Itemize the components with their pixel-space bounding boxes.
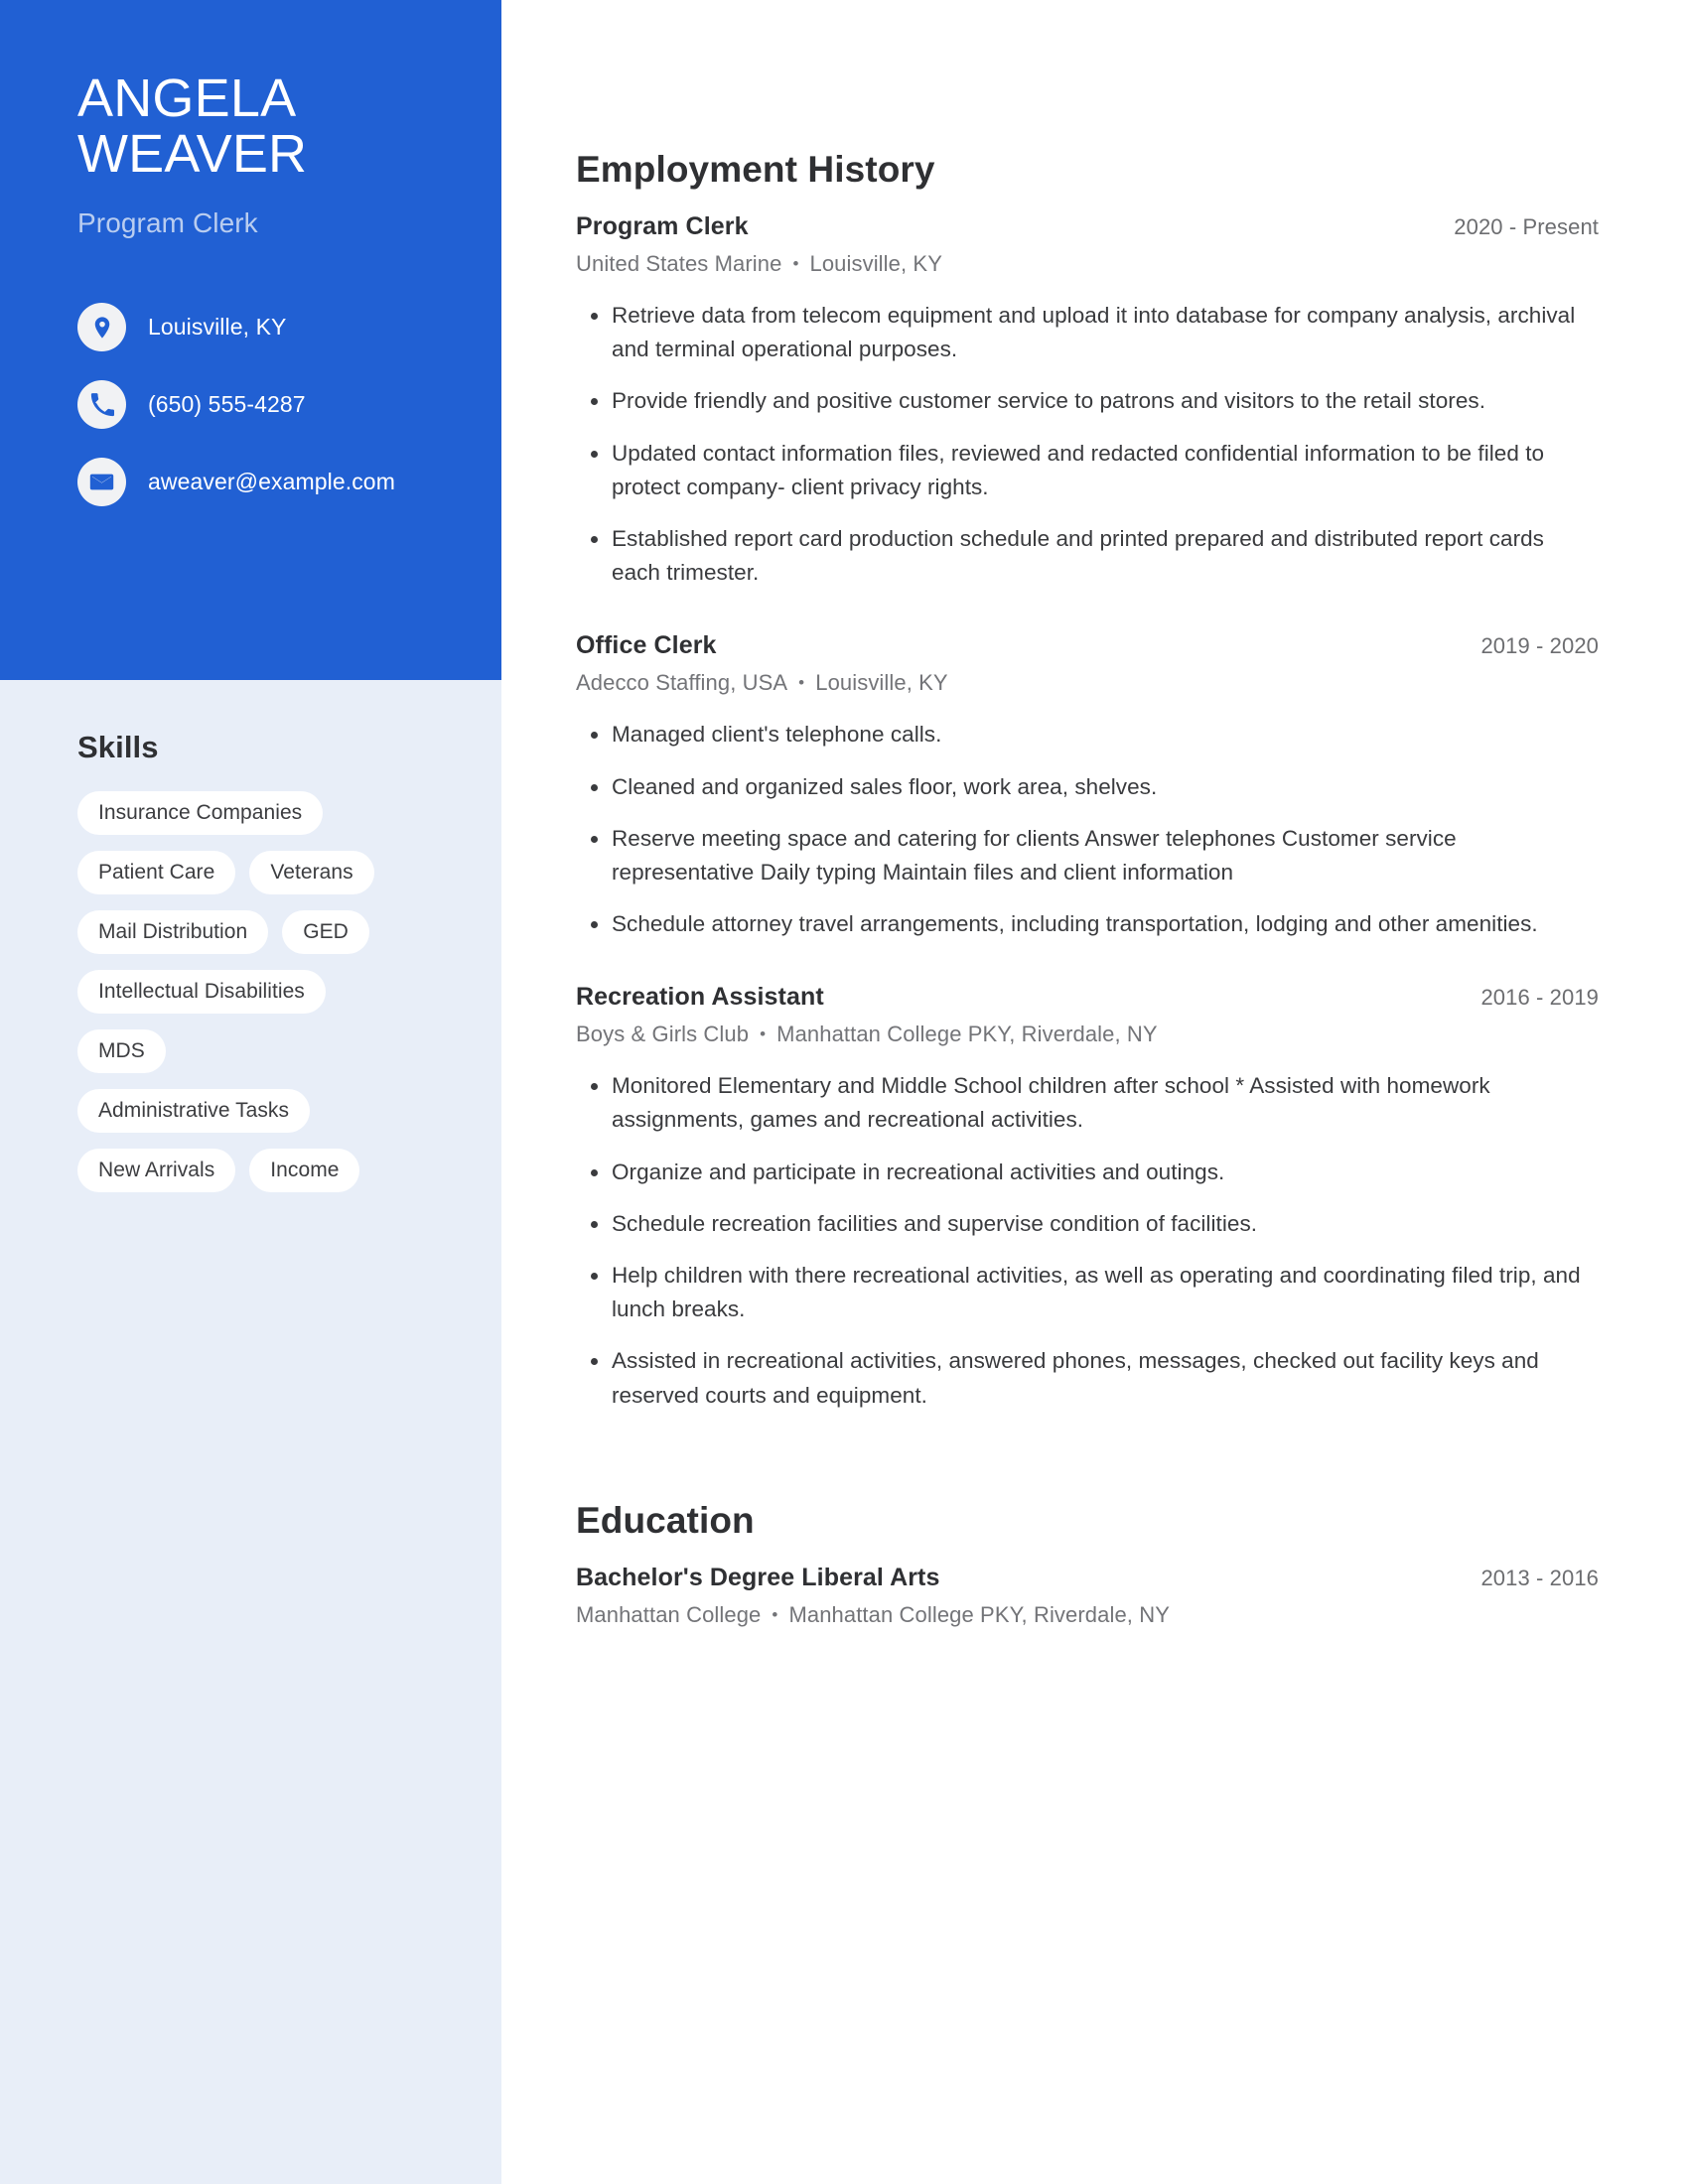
- location-pin-icon: [77, 303, 126, 352]
- entry-header: Office Clerk 2019 - 2020: [576, 631, 1599, 660]
- entry-location: Manhattan College PKY, Riverdale, NY: [788, 1601, 1170, 1627]
- entry-meta: Boys & Girls Club • Manhattan College PKY,…: [576, 1022, 1599, 1047]
- skill-pill: Administrative Tasks: [77, 1089, 311, 1133]
- skill-pill: Income: [249, 1149, 360, 1192]
- skill-pill: GED: [282, 910, 369, 954]
- skills-heading: Skills: [77, 730, 159, 764]
- employment-history-section: Employment History Program Clerk 2020 - P…: [576, 149, 1599, 1413]
- skills-section: Skills Insurance Companies Patient Care Ve…: [77, 730, 455, 1208]
- meta-separator-icon: •: [798, 673, 805, 693]
- meta-separator-icon: •: [772, 1604, 778, 1624]
- entry-header: Recreation Assistant 2016 - 2019: [576, 983, 1599, 1012]
- skill-row: Intellectual Disabilities: [77, 970, 455, 1014]
- meta-separator-icon: •: [760, 1024, 767, 1044]
- entry-bullet-list: Managed client's telephone calls. Cleaned…: [576, 718, 1599, 941]
- entry-meta: Adecco Staffing, USA • Louisville, KY: [576, 670, 1599, 696]
- contact-phone-text: (650) 555-4287: [148, 391, 306, 418]
- employment-entry: Program Clerk 2020 - Present United States…: [576, 212, 1599, 590]
- education-section: Education Bachelor's Degree Liberal Arts…: [576, 1500, 1599, 1628]
- entry-dates: 2016 - 2019: [1480, 985, 1599, 1011]
- entry-bullet: Managed client's telephone calls.: [576, 718, 1599, 751]
- skill-row: Patient Care Veterans: [77, 851, 455, 894]
- last-name: WEAVER: [77, 123, 308, 184]
- entry-location: Louisville, KY: [815, 670, 948, 696]
- education-entries: Bachelor's Degree Liberal Arts 2013 - 201…: [576, 1564, 1599, 1628]
- skill-pill-container: Insurance Companies Patient Care Veterans M…: [77, 791, 455, 1192]
- candidate-job-title: Program Clerk: [77, 207, 258, 239]
- skill-pill: Intellectual Disabilities: [77, 970, 326, 1014]
- entry-meta: United States Marine • Louisville, KY: [576, 251, 1599, 277]
- entry-role: Recreation Assistant: [576, 983, 824, 1012]
- skill-pill: New Arrivals: [77, 1149, 236, 1192]
- entry-role: Office Clerk: [576, 631, 717, 660]
- employment-history-heading: Employment History: [576, 149, 935, 190]
- envelope-icon: [77, 458, 126, 507]
- entry-dates: 2020 - Present: [1454, 214, 1599, 239]
- entry-bullet: Monitored Elementary and Middle School c…: [576, 1069, 1599, 1137]
- entry-bullet: Updated contact information files, revie…: [576, 437, 1599, 504]
- entry-bullet-list: Retrieve data from telecom equipment and…: [576, 299, 1599, 590]
- entry-organization: Adecco Staffing, USA: [576, 670, 788, 696]
- entry-bullet: Retrieve data from telecom equipment and…: [576, 299, 1599, 366]
- skill-row: MDS: [77, 1029, 455, 1073]
- employment-entry: Office Clerk 2019 - 2020 Adecco Staffing, …: [576, 631, 1599, 941]
- skill-row: Insurance Companies: [77, 791, 455, 835]
- contact-list: Louisville, KY (650) 555-4287 aweaver@ex…: [77, 303, 424, 507]
- entry-dates: 2013 - 2016: [1480, 1565, 1599, 1590]
- education-entry: Bachelor's Degree Liberal Arts 2013 - 201…: [576, 1564, 1599, 1628]
- entry-bullet: Schedule recreation facilities and super…: [576, 1207, 1599, 1241]
- education-heading: Education: [576, 1499, 755, 1541]
- entry-header: Bachelor's Degree Liberal Arts 2013 - 201…: [576, 1564, 1599, 1592]
- contact-location-text: Louisville, KY: [148, 314, 287, 341]
- skill-row: Mail Distribution GED: [77, 910, 455, 954]
- contact-item-email: aweaver@example.com: [77, 458, 424, 507]
- entry-organization: Manhattan College: [576, 1601, 762, 1627]
- entry-dates: 2019 - 2020: [1480, 633, 1599, 659]
- entry-bullet: Schedule attorney travel arrangements, i…: [576, 907, 1599, 941]
- skill-pill: MDS: [77, 1029, 166, 1073]
- skill-pill: Patient Care: [77, 851, 236, 894]
- resume-page: ANGELA WEAVER Program Clerk Louisville, …: [0, 0, 1688, 2184]
- skill-pill: Veterans: [249, 851, 374, 894]
- skill-pill: Insurance Companies: [77, 791, 324, 835]
- entry-location: Louisville, KY: [809, 251, 942, 276]
- entry-location: Manhattan College PKY, Riverdale, NY: [776, 1022, 1158, 1047]
- contact-item-phone: (650) 555-4287: [77, 380, 424, 430]
- meta-separator-icon: •: [792, 254, 799, 273]
- entry-bullet-list: Monitored Elementary and Middle School c…: [576, 1069, 1599, 1413]
- skill-row: New Arrivals Income: [77, 1149, 455, 1192]
- entry-meta: Manhattan College • Manhattan College PKY,…: [576, 1602, 1599, 1628]
- contact-email-text: aweaver@example.com: [148, 469, 395, 495]
- entry-header: Program Clerk 2020 - Present: [576, 212, 1599, 241]
- entry-bullet: Organize and participate in recreational…: [576, 1156, 1599, 1189]
- candidate-name: ANGELA WEAVER: [77, 68, 424, 184]
- entry-bullet: Reserve meeting space and catering for c…: [576, 822, 1599, 889]
- entry-role: Bachelor's Degree Liberal Arts: [576, 1563, 940, 1591]
- skill-row: Administrative Tasks: [77, 1089, 455, 1133]
- sidebar-header: ANGELA WEAVER Program Clerk Louisville, …: [0, 0, 501, 680]
- first-name: ANGELA: [77, 68, 297, 128]
- entry-bullet: Provide friendly and positive customer s…: [576, 384, 1599, 418]
- contact-item-location: Louisville, KY: [77, 303, 424, 352]
- entry-organization: Boys & Girls Club: [576, 1022, 750, 1047]
- main-content: Employment History Program Clerk 2020 - P…: [576, 0, 1599, 1628]
- employment-entries: Program Clerk 2020 - Present United States…: [576, 212, 1599, 1413]
- skill-pill: Mail Distribution: [77, 910, 269, 954]
- sidebar: ANGELA WEAVER Program Clerk Louisville, …: [0, 0, 501, 2184]
- entry-bullet: Help children with there recreational ac…: [576, 1259, 1599, 1326]
- phone-icon: [77, 380, 126, 430]
- entry-role: Program Clerk: [576, 212, 749, 240]
- employment-entry: Recreation Assistant 2016 - 2019 Boys & Gi…: [576, 983, 1599, 1413]
- entry-bullet: Established report card production sched…: [576, 522, 1599, 590]
- entry-organization: United States Marine: [576, 251, 782, 276]
- entry-bullet: Cleaned and organized sales floor, work …: [576, 770, 1599, 804]
- entry-bullet: Assisted in recreational activities, ans…: [576, 1344, 1599, 1412]
